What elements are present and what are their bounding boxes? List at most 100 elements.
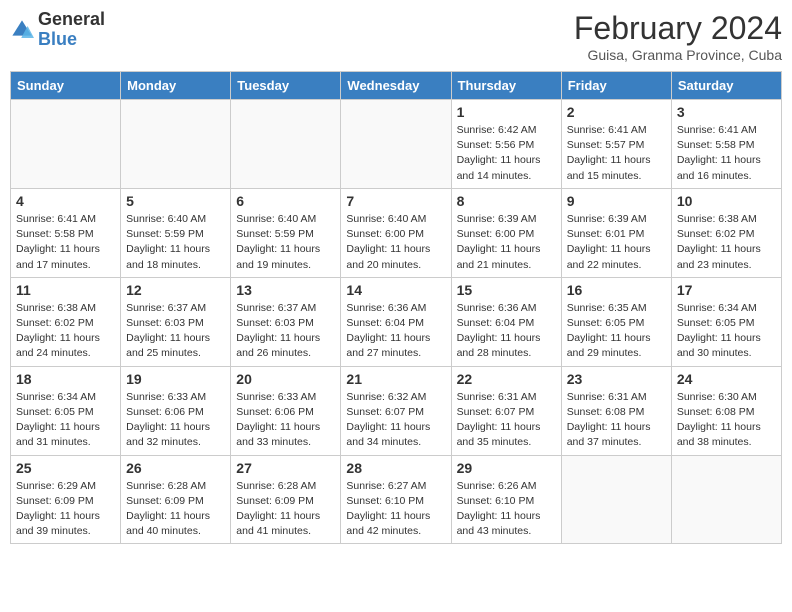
col-header-friday: Friday [561, 72, 671, 100]
day-info: Sunrise: 6:37 AM Sunset: 6:03 PM Dayligh… [126, 301, 225, 362]
calendar-cell: 3 Sunrise: 6:41 AM Sunset: 5:58 PM Daylig… [671, 100, 781, 189]
calendar-week-1: 1Sunrise: 6:42 AM Sunset: 5:56 PM Daylig… [11, 100, 782, 189]
page-header: General Blue February 2024 Guisa, Granma… [10, 10, 782, 63]
calendar-cell [231, 100, 341, 189]
month-year-title: February 2024 [574, 10, 782, 47]
calendar-week-2: 4 Sunrise: 6:41 AM Sunset: 5:58 PM Daylig… [11, 188, 782, 277]
day-info: Sunrise: 6:32 AM Sunset: 6:07 PM Dayligh… [346, 390, 445, 451]
logo-general: General Blue [38, 10, 105, 50]
calendar-cell: 27 Sunrise: 6:28 AM Sunset: 6:09 PM Dayli… [231, 455, 341, 544]
calendar-cell: 10 Sunrise: 6:38 AM Sunset: 6:02 PM Dayli… [671, 188, 781, 277]
day-info: Sunrise: 6:38 AM Sunset: 6:02 PM Dayligh… [677, 212, 776, 273]
calendar-cell: 6 Sunrise: 6:40 AM Sunset: 5:59 PM Daylig… [231, 188, 341, 277]
calendar-cell: 15 Sunrise: 6:36 AM Sunset: 6:04 PM Dayli… [451, 277, 561, 366]
day-info: Sunrise: 6:29 AM Sunset: 6:09 PM Dayligh… [16, 479, 115, 540]
day-info: Sunrise: 6:33 AM Sunset: 6:06 PM Dayligh… [126, 390, 225, 451]
calendar-week-5: 25 Sunrise: 6:29 AM Sunset: 6:09 PM Dayli… [11, 455, 782, 544]
day-number: 24 [677, 371, 776, 387]
calendar-cell: 2 Sunrise: 6:41 AM Sunset: 5:57 PM Daylig… [561, 100, 671, 189]
day-number: 2 [567, 104, 666, 120]
calendar-cell: 26 Sunrise: 6:28 AM Sunset: 6:09 PM Dayli… [121, 455, 231, 544]
calendar-cell: 14 Sunrise: 6:36 AM Sunset: 6:04 PM Dayli… [341, 277, 451, 366]
day-number: 17 [677, 282, 776, 298]
day-number: 3 [677, 104, 776, 120]
calendar-cell: 16Sunrise: 6:35 AM Sunset: 6:05 PM Dayli… [561, 277, 671, 366]
calendar-cell: 20 Sunrise: 6:33 AM Sunset: 6:06 PM Dayli… [231, 366, 341, 455]
col-header-thursday: Thursday [451, 72, 561, 100]
day-info: Sunrise: 6:31 AM Sunset: 6:08 PM Dayligh… [567, 390, 666, 451]
calendar-cell: 18Sunrise: 6:34 AM Sunset: 6:05 PM Dayli… [11, 366, 121, 455]
day-info: Sunrise: 6:33 AM Sunset: 6:06 PM Dayligh… [236, 390, 335, 451]
day-number: 22 [457, 371, 556, 387]
day-info: Sunrise: 6:28 AM Sunset: 6:09 PM Dayligh… [126, 479, 225, 540]
col-header-saturday: Saturday [671, 72, 781, 100]
day-info: Sunrise: 6:39 AM Sunset: 6:00 PM Dayligh… [457, 212, 556, 273]
col-header-wednesday: Wednesday [341, 72, 451, 100]
day-info: Sunrise: 6:36 AM Sunset: 6:04 PM Dayligh… [346, 301, 445, 362]
calendar-cell: 9 Sunrise: 6:39 AM Sunset: 6:01 PM Daylig… [561, 188, 671, 277]
calendar-week-3: 11 Sunrise: 6:38 AM Sunset: 6:02 PM Dayli… [11, 277, 782, 366]
calendar-cell: 22 Sunrise: 6:31 AM Sunset: 6:07 PM Dayli… [451, 366, 561, 455]
day-info: Sunrise: 6:26 AM Sunset: 6:10 PM Dayligh… [457, 479, 556, 540]
col-header-tuesday: Tuesday [231, 72, 341, 100]
day-number: 14 [346, 282, 445, 298]
day-info: Sunrise: 6:41 AM Sunset: 5:57 PM Dayligh… [567, 123, 666, 184]
calendar-cell: 7 Sunrise: 6:40 AM Sunset: 6:00 PM Daylig… [341, 188, 451, 277]
day-number: 5 [126, 193, 225, 209]
day-info: Sunrise: 6:38 AM Sunset: 6:02 PM Dayligh… [16, 301, 115, 362]
day-info: Sunrise: 6:41 AM Sunset: 5:58 PM Dayligh… [16, 212, 115, 273]
day-info: Sunrise: 6:28 AM Sunset: 6:09 PM Dayligh… [236, 479, 335, 540]
calendar-cell: 29 Sunrise: 6:26 AM Sunset: 6:10 PM Dayli… [451, 455, 561, 544]
calendar-cell [561, 455, 671, 544]
calendar-cell: 19Sunrise: 6:33 AM Sunset: 6:06 PM Dayli… [121, 366, 231, 455]
day-number: 27 [236, 460, 335, 476]
calendar-header-row: SundayMondayTuesdayWednesdayThursdayFrid… [11, 72, 782, 100]
calendar-cell [341, 100, 451, 189]
day-number: 23 [567, 371, 666, 387]
location-subtitle: Guisa, Granma Province, Cuba [574, 47, 782, 63]
day-info: Sunrise: 6:27 AM Sunset: 6:10 PM Dayligh… [346, 479, 445, 540]
calendar-cell: 8Sunrise: 6:39 AM Sunset: 6:00 PM Daylig… [451, 188, 561, 277]
calendar-cell: 13Sunrise: 6:37 AM Sunset: 6:03 PM Dayli… [231, 277, 341, 366]
calendar-cell: 21 Sunrise: 6:32 AM Sunset: 6:07 PM Dayli… [341, 366, 451, 455]
day-number: 13 [236, 282, 335, 298]
col-header-sunday: Sunday [11, 72, 121, 100]
calendar-table: SundayMondayTuesdayWednesdayThursdayFrid… [10, 71, 782, 544]
day-number: 21 [346, 371, 445, 387]
day-info: Sunrise: 6:40 AM Sunset: 6:00 PM Dayligh… [346, 212, 445, 273]
day-number: 11 [16, 282, 115, 298]
day-number: 7 [346, 193, 445, 209]
day-info: Sunrise: 6:36 AM Sunset: 6:04 PM Dayligh… [457, 301, 556, 362]
day-number: 20 [236, 371, 335, 387]
day-info: Sunrise: 6:41 AM Sunset: 5:58 PM Dayligh… [677, 123, 776, 184]
col-header-monday: Monday [121, 72, 231, 100]
day-info: Sunrise: 6:31 AM Sunset: 6:07 PM Dayligh… [457, 390, 556, 451]
day-number: 25 [16, 460, 115, 476]
day-number: 18 [16, 371, 115, 387]
day-number: 6 [236, 193, 335, 209]
day-number: 28 [346, 460, 445, 476]
calendar-cell: 1Sunrise: 6:42 AM Sunset: 5:56 PM Daylig… [451, 100, 561, 189]
calendar-cell: 12 Sunrise: 6:37 AM Sunset: 6:03 PM Dayli… [121, 277, 231, 366]
day-number: 10 [677, 193, 776, 209]
calendar-cell: 11 Sunrise: 6:38 AM Sunset: 6:02 PM Dayli… [11, 277, 121, 366]
calendar-cell: 24Sunrise: 6:30 AM Sunset: 6:08 PM Dayli… [671, 366, 781, 455]
logo: General Blue [10, 10, 105, 50]
day-number: 4 [16, 193, 115, 209]
calendar-cell: 28 Sunrise: 6:27 AM Sunset: 6:10 PM Dayli… [341, 455, 451, 544]
day-info: Sunrise: 6:39 AM Sunset: 6:01 PM Dayligh… [567, 212, 666, 273]
calendar-cell: 17 Sunrise: 6:34 AM Sunset: 6:05 PM Dayli… [671, 277, 781, 366]
day-number: 9 [567, 193, 666, 209]
day-info: Sunrise: 6:34 AM Sunset: 6:05 PM Dayligh… [677, 301, 776, 362]
day-number: 26 [126, 460, 225, 476]
day-info: Sunrise: 6:40 AM Sunset: 5:59 PM Dayligh… [236, 212, 335, 273]
calendar-cell [11, 100, 121, 189]
calendar-cell: 25 Sunrise: 6:29 AM Sunset: 6:09 PM Dayli… [11, 455, 121, 544]
day-number: 12 [126, 282, 225, 298]
day-number: 1 [457, 104, 556, 120]
calendar-cell [121, 100, 231, 189]
title-block: February 2024 Guisa, Granma Province, Cu… [574, 10, 782, 63]
day-number: 29 [457, 460, 556, 476]
day-number: 15 [457, 282, 556, 298]
day-info: Sunrise: 6:35 AM Sunset: 6:05 PM Dayligh… [567, 301, 666, 362]
